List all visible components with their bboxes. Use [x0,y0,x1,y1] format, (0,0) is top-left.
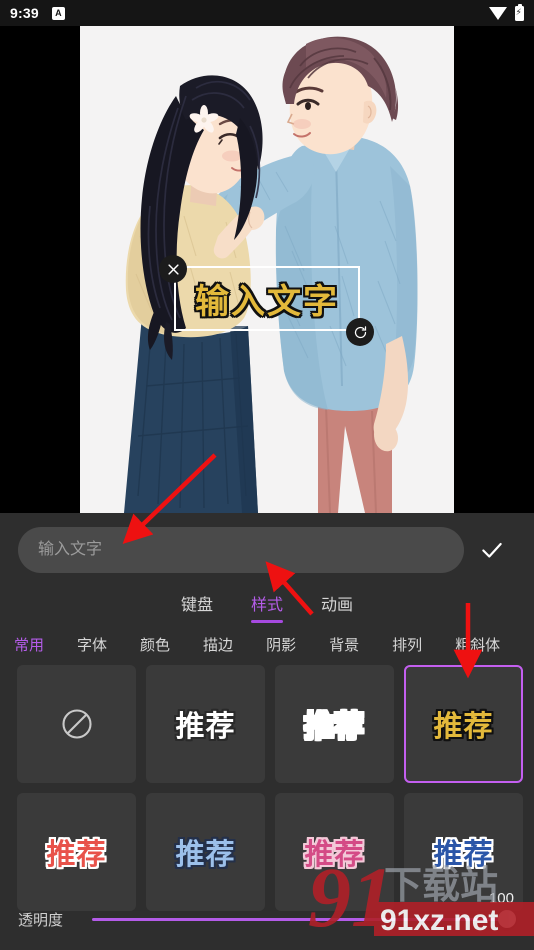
check-icon [482,542,502,558]
style-preview-text: 推荐 [175,839,236,871]
subtab-common[interactable]: 常用 [14,634,44,655]
style-preview-text: 推荐 [433,839,494,871]
subtab-bold-italic[interactable]: 粗斜体 [455,634,500,655]
subtab-arrange[interactable]: 排列 [392,634,422,655]
wifi-icon [489,6,507,20]
subtab-color[interactable]: 颜色 [140,634,170,655]
style-preview-text: 推荐 [46,839,107,871]
tab-animation[interactable]: 动画 [317,587,357,623]
style-preview-text: 推荐 [304,839,365,871]
status-bar: 9:39 A [0,0,534,26]
editor-canvas[interactable]: 输入文字 [0,26,534,513]
style-card-2[interactable]: 推荐 [275,665,394,783]
style-preview-text: 推荐 [175,711,236,743]
subtab-shadow[interactable]: 阴影 [266,634,296,655]
status-bar-right [489,3,524,21]
subtab-stroke[interactable]: 描边 [203,634,233,655]
tab-keyboard[interactable]: 键盘 [177,587,217,623]
style-preset-grid: 推荐 推荐 推荐 推荐 推荐 推荐 推荐 [0,661,534,911]
opacity-slider-row: 透明度 100 [0,888,534,950]
slider-track [92,917,514,921]
opacity-slider[interactable] [92,904,516,934]
text-input[interactable] [18,527,464,573]
style-preview-text: 推荐 [304,711,365,743]
rotate-icon[interactable] [346,318,374,346]
style-card-none[interactable] [17,665,136,783]
opacity-label: 透明度 [18,911,64,929]
style-card-3-selected[interactable]: 推荐 [404,665,523,783]
battery-charging-icon [515,3,524,21]
style-card-1[interactable]: 推荐 [146,665,265,783]
close-icon[interactable] [159,255,187,283]
status-bar-time: 9:39 [10,5,39,21]
text-overlay-box[interactable]: 输入文字 [174,266,360,331]
text-style-panel: 键盘 样式 动画 常用 字体 颜色 描边 阴影 背景 排列 粗斜体 推荐 推 [0,513,534,950]
slider-thumb[interactable] [498,910,516,928]
panel-tabs: 键盘 样式 动画 [0,587,534,625]
style-preview-text: 推荐 [433,711,494,743]
style-subtabs: 常用 字体 颜色 描边 阴影 背景 排列 粗斜体 [0,625,534,661]
text-input-row [0,513,534,575]
app-root: 9:39 A ⚡ 输入文字 输入文字 键盘 样式 动画 常用 字体 颜色 描边 … [0,0,534,950]
ban-icon [61,709,92,739]
overlay-text: 输入文字 [195,283,339,321]
subtab-font[interactable]: 字体 [77,634,107,655]
confirm-button[interactable] [464,527,520,573]
subtab-background[interactable]: 背景 [329,634,359,655]
tab-style[interactable]: 样式 [247,587,287,623]
app-badge-icon: A [51,6,65,20]
